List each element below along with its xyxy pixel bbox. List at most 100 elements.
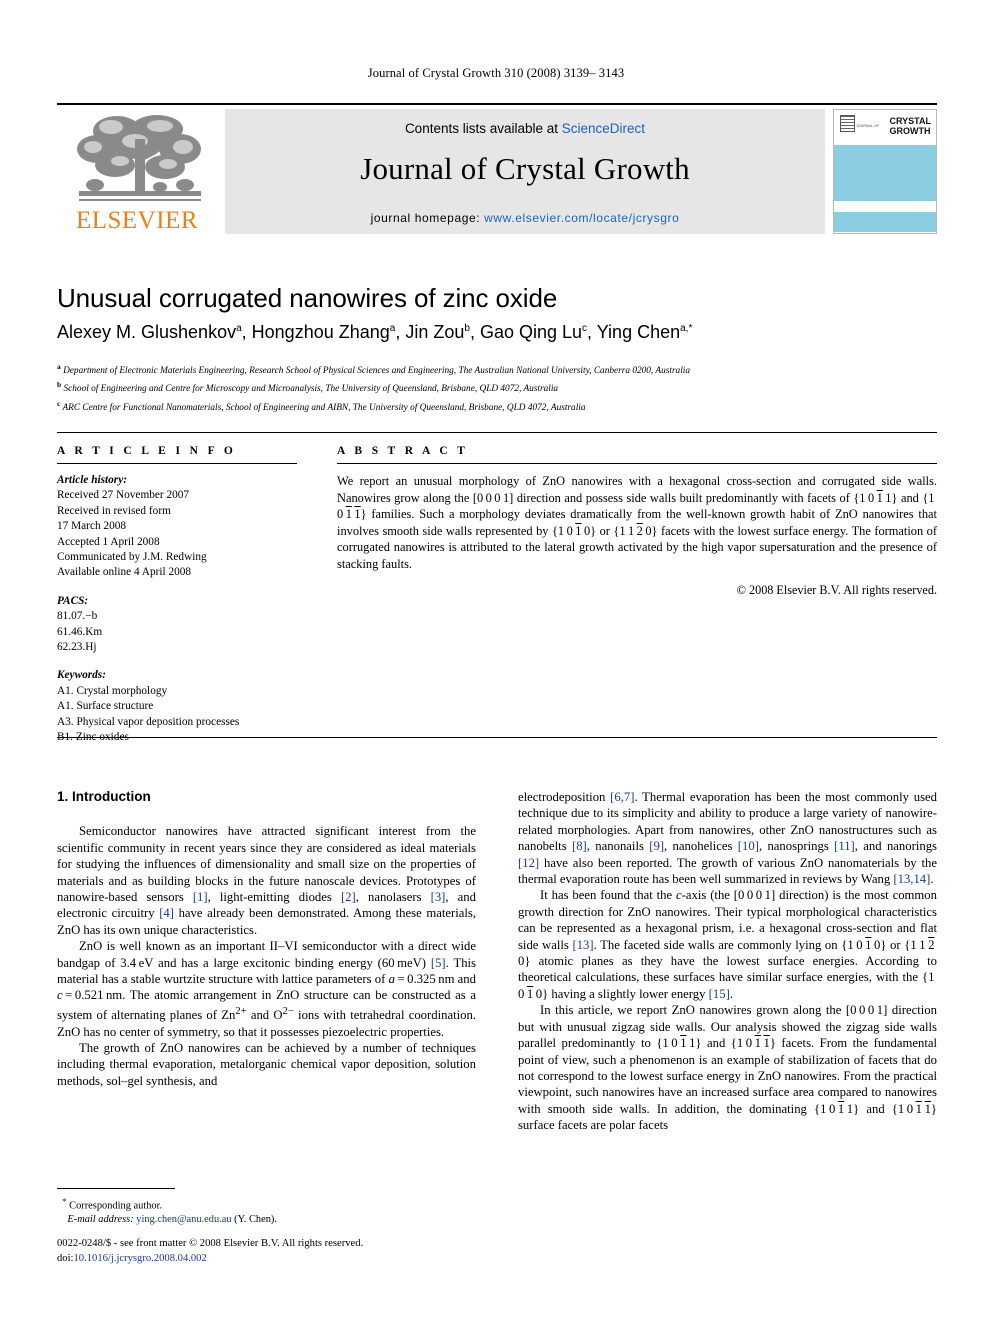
affiliation-item: b School of Engineering and Centre for M…: [57, 378, 937, 396]
author-entry: Hongzhou Zhanga: [252, 322, 396, 342]
cover-band-gap: [834, 201, 936, 212]
abstract-text: We report an unusual morphology of ZnO n…: [337, 474, 937, 571]
affiliation-mark: c: [57, 398, 61, 408]
cover-band-lower: [834, 212, 936, 232]
contents-available-line: Contents lists available at ScienceDirec…: [225, 121, 825, 136]
sciencedirect-link[interactable]: ScienceDirect: [562, 121, 645, 136]
citation-link[interactable]: [4]: [159, 906, 174, 920]
citation-link[interactable]: [5]: [431, 956, 446, 970]
keywords-label: Keywords:: [57, 669, 106, 682]
abstract-heading: A B S T R A C T: [337, 445, 469, 457]
cover-pre-title: JOURNAL OF: [856, 124, 880, 128]
author-name: Hongzhou Zhang: [251, 322, 390, 342]
citation-link[interactable]: [8]: [572, 839, 587, 853]
pacs-item: 61.46.Km: [57, 625, 103, 638]
journal-cover-thumbnail: JOURNAL OF CRYSTAL GROWTH: [833, 109, 937, 234]
doi-link[interactable]: 10.1016/j.jcrysgro.2008.04.002: [73, 1253, 206, 1264]
body-column-left: 1. Introduction Semiconductor nanowires …: [57, 789, 476, 1089]
keyword-item: A3. Physical vapor deposition processes: [57, 715, 240, 728]
homepage-label: journal homepage:: [370, 211, 485, 225]
journal-masthead: ELSEVIER Contents lists available at Sci…: [57, 103, 937, 236]
author-name: Gao Qing Lu: [479, 322, 583, 342]
affiliation-text: School of Engineering and Centre for Mic…: [63, 384, 559, 395]
cover-title-line2: GROWTH: [889, 126, 931, 136]
page-title: Unusual corrugated nanowires of zinc oxi…: [57, 283, 558, 313]
citation-link[interactable]: [12]: [518, 856, 539, 870]
citation-link[interactable]: [9]: [649, 839, 664, 853]
homepage-url-link[interactable]: www.elsevier.com/locate/jcrysgro: [484, 211, 679, 225]
journal-homepage-line: journal homepage: www.elsevier.com/locat…: [225, 211, 825, 225]
affiliation-mark: b: [57, 380, 62, 390]
citation-link[interactable]: [10]: [738, 839, 759, 853]
pacs-item: 62.23.Hj: [57, 641, 97, 654]
affiliation-mark: a: [57, 362, 61, 371]
keyword-item: A1. Surface structure: [57, 700, 154, 713]
abstract-column: A B S T R A C T We report an unusual mor…: [337, 445, 937, 598]
author-affil-mark: a: [236, 323, 242, 334]
author-entry: Jin Zoub: [405, 322, 470, 342]
paragraph: electrodeposition [6,7]. Thermal evapora…: [518, 790, 937, 887]
abstract-copyright: © 2008 Elsevier B.V. All rights reserved…: [736, 582, 937, 597]
history-item: Available online 4 April 2008: [57, 566, 192, 579]
author-affil-mark: c: [582, 323, 588, 334]
history-item: Received in revised form: [57, 504, 171, 517]
affiliation-item: c ARC Centre for Functional Nanomaterial…: [57, 397, 937, 415]
author-entry: Ying Chena,*: [597, 322, 693, 342]
pacs-label: PACS:: [57, 594, 89, 607]
author-entry: Gao Qing Luc: [480, 322, 587, 342]
asterisk-mark: *: [62, 1196, 67, 1206]
history-item: Accepted 1 April 2008: [57, 535, 160, 548]
citation-link[interactable]: [3]: [431, 890, 446, 904]
author-name: Ying Chen: [596, 322, 681, 342]
citation-link[interactable]: [2]: [341, 890, 356, 904]
affiliation-text: ARC Centre for Functional Nanomaterials,…: [62, 402, 586, 413]
corresponding-author-line: * Corresponding author.: [57, 1194, 476, 1213]
history-item: Received 27 November 2007: [57, 489, 190, 502]
email-link[interactable]: ying.chen@anu.edu.au: [136, 1214, 231, 1225]
citation-link[interactable]: [6,7]: [610, 790, 634, 804]
citation-link[interactable]: [13,14]: [893, 872, 930, 886]
running-head: Journal of Crystal Growth 310 (2008) 313…: [367, 66, 625, 80]
page-footer: 0022-0248/$ - see front matter © 2008 El…: [57, 1237, 657, 1266]
cover-title-line1: CRYSTAL: [889, 116, 932, 126]
cover-top-section: JOURNAL OF CRYSTAL GROWTH: [834, 110, 936, 144]
paragraph: Semiconductor nanowires have attracted s…: [57, 824, 476, 937]
author-affil-mark: a,*: [680, 323, 693, 334]
email-owner: (Y. Chen).: [234, 1214, 277, 1226]
citation-link[interactable]: [1]: [193, 890, 208, 904]
author-affil-mark: a: [389, 323, 396, 334]
masthead-center-panel: Contents lists available at ScienceDirec…: [225, 109, 825, 234]
doi-label: doi:: [57, 1252, 74, 1264]
keywords-block: Keywords: A1. Crystal morphology A1. Sur…: [57, 668, 297, 745]
elsevier-logo: ELSEVIER: [57, 109, 220, 234]
article-history-block: Article history: Received 27 November 20…: [57, 473, 297, 581]
info-section-top-rule: [57, 432, 937, 433]
elsevier-tree-icon: [65, 109, 215, 207]
pacs-block: PACS: 81.07.−b 61.46.Km 62.23.Hj: [57, 594, 297, 656]
email-line: E-mail address: ying.chen@anu.edu.au (Y.…: [57, 1213, 476, 1227]
affiliation-item: a Department of Electronic Materials Eng…: [57, 360, 937, 378]
author-affil-mark: b: [464, 323, 470, 334]
article-history-label: Article history:: [57, 474, 127, 486]
issn-line: 0022-0248/$ - see front matter © 2008 El…: [57, 1238, 364, 1249]
citation-link[interactable]: [15]: [709, 987, 730, 1001]
author-name: Alexey M. Glushenkov: [57, 322, 237, 342]
footnote-rule: [57, 1188, 175, 1189]
citation-link[interactable]: [11]: [834, 839, 855, 853]
pacs-item: 81.07.−b: [57, 610, 98, 623]
section-heading-introduction: 1. Introduction: [57, 789, 151, 804]
citation-link[interactable]: [13]: [572, 938, 593, 952]
email-label: E-mail address:: [67, 1214, 134, 1226]
article-info-divider: [57, 463, 297, 464]
history-item: Communicated by J.M. Redwing: [57, 551, 207, 564]
article-info-heading: A R T I C L E I N F O: [57, 445, 237, 457]
cover-publisher-mark-icon: [840, 115, 855, 132]
keyword-item: A1. Crystal morphology: [57, 684, 168, 697]
paragraph: ZnO is well known as an important II–VI …: [57, 939, 476, 1039]
affiliation-list: a Department of Electronic Materials Eng…: [57, 360, 937, 415]
author-entry: Alexey M. Glushenkova: [57, 322, 242, 342]
doi-line: doi:10.1016/j.jcrysgro.2008.04.002: [57, 1252, 657, 1267]
abstract-divider: [337, 463, 937, 464]
